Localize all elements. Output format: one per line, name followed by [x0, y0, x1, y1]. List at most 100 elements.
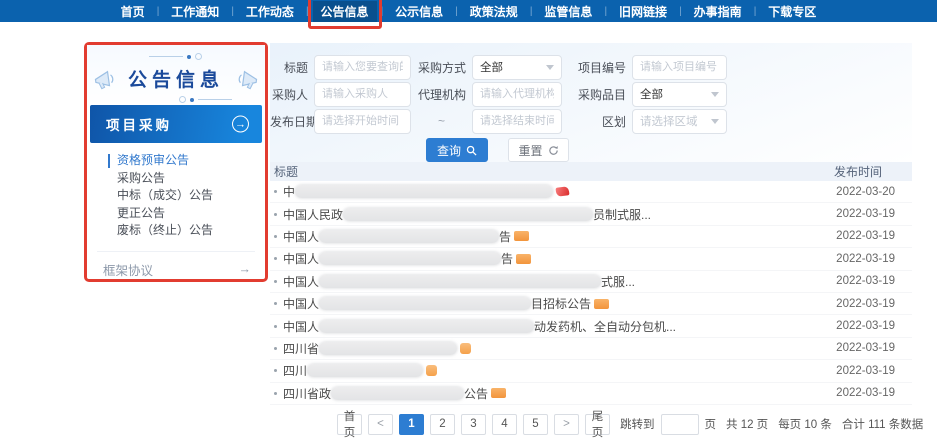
nav-item-10[interactable]: 下载专区	[760, 1, 824, 22]
purchase-method-label: 采购方式	[417, 60, 466, 75]
table-row[interactable]: 中国人 式服... 2022-03-19	[270, 271, 912, 293]
bullet-icon	[274, 190, 277, 194]
redacted-bar	[319, 341, 458, 355]
row-title-cell: 中国人 告	[270, 228, 802, 245]
query-button-label: 查询	[436, 143, 461, 158]
caret-down-icon	[711, 91, 719, 97]
table-row[interactable]: 中 2022-03-20	[270, 181, 912, 204]
row-date: 2022-03-19	[836, 364, 895, 377]
nav-item-3[interactable]: 工作动态	[238, 1, 302, 22]
sidebar-annotation-box: 公告信息 项目采购 → 资格预审公告 采购公告 中标（成交）公告 更正公告 废标（终止）…	[84, 42, 268, 282]
table-row[interactable]: 中国人 目招标公告 2022-03-19	[270, 293, 912, 316]
jump-suffix: 页	[704, 419, 717, 432]
row-title-cell: 中国人 式服...	[270, 273, 802, 290]
page-button-3[interactable]: 3	[461, 413, 486, 435]
total-pages-text: 共 12 页	[726, 419, 769, 432]
bullet-icon	[274, 302, 277, 306]
row-title-cell: 中	[270, 183, 802, 200]
orange-badge-icon	[594, 298, 610, 309]
region-select[interactable]: 请选择区域	[632, 108, 727, 134]
row-title-text: 目招标公告	[531, 297, 592, 312]
table-row[interactable]: 中国人民政 员制式服... 2022-03-19	[270, 203, 912, 226]
purchase-method-select[interactable]: 全部	[472, 54, 562, 80]
bullet-icon	[274, 212, 277, 216]
page-button-2[interactable]: 2	[430, 413, 455, 435]
row-title-text: 中国人民政	[283, 207, 344, 222]
sidebar-menu-item[interactable]: 更正公告	[117, 205, 265, 223]
next-page-button[interactable]: >	[554, 413, 579, 435]
sidebar-footer-link[interactable]: 框架协议 →	[87, 252, 265, 279]
agency-input[interactable]	[472, 81, 562, 107]
agency-label: 代理机构	[417, 87, 466, 102]
row-date: 2022-03-19	[836, 320, 895, 333]
nav-separator: |	[455, 5, 458, 17]
decor-line-top	[149, 53, 202, 60]
table-row[interactable]: 中国人 动发药机、全自动分包机... 2022-03-19	[270, 315, 912, 338]
row-title-cell: 中国人 告	[270, 250, 802, 267]
title-input[interactable]	[314, 54, 411, 80]
last-page-button[interactable]: 尾页	[585, 411, 610, 439]
redacted-bar	[319, 252, 502, 266]
project-number-input[interactable]	[632, 54, 727, 80]
bullet-icon	[274, 346, 277, 350]
bullet-icon	[274, 234, 277, 238]
nav-item-9[interactable]: 办事指南	[686, 1, 750, 22]
jump-page-input[interactable]	[660, 413, 699, 435]
row-date: 2022-03-19	[836, 297, 895, 310]
nav-separator: |	[231, 5, 234, 17]
column-header-date: 发布时间	[833, 165, 882, 179]
nav-separator: |	[156, 5, 160, 17]
row-title-text: 中国人	[283, 319, 320, 334]
table-row[interactable]: 四川 2022-03-19	[270, 360, 912, 383]
search-icon	[466, 145, 477, 156]
arrow-right-icon: →	[238, 262, 252, 277]
prev-page-button[interactable]: <	[368, 413, 393, 435]
row-title-text: 员制式服...	[593, 207, 652, 222]
query-button[interactable]: 查询	[426, 138, 488, 162]
sidebar-menu-item[interactable]: 中标（成交）公告	[117, 187, 265, 205]
nav-item-2[interactable]: 工作通知	[163, 1, 227, 22]
row-title-cell: 四川省政 公告	[270, 385, 802, 402]
table-row[interactable]: 四川省政 公告 2022-03-19	[270, 383, 912, 405]
table-row[interactable]: 中国人 告 2022-03-19	[270, 248, 912, 271]
table-row[interactable]: 中国人 告 2022-03-19	[270, 226, 912, 249]
sidebar-section-button[interactable]: 项目采购 →	[90, 105, 262, 143]
nav-separator: |	[305, 5, 309, 17]
table-row[interactable]: 四川省 2022-03-19	[270, 338, 912, 361]
row-date: 2022-03-19	[836, 230, 895, 243]
row-date: 2022-03-19	[836, 275, 895, 288]
title-field-label: 标题	[283, 60, 308, 75]
category-select[interactable]: 全部	[632, 81, 727, 107]
nav-item-5[interactable]: 公示信息	[387, 1, 451, 22]
start-date-input[interactable]	[314, 108, 411, 134]
row-title-text: 公告	[464, 386, 489, 401]
sidebar-menu: 资格预审公告 采购公告 中标（成交）公告 更正公告 废标（终止）公告	[87, 143, 265, 246]
sidebar-menu-item[interactable]: 废标（终止）公告	[117, 222, 265, 240]
page-button-1[interactable]: 1	[399, 413, 424, 435]
nav-item-1[interactable]: 首页	[113, 1, 153, 22]
row-title-text: 中国人	[283, 297, 320, 312]
pagination-pages: 12345	[399, 413, 548, 435]
purchaser-input[interactable]	[314, 81, 411, 107]
sidebar-menu-item[interactable]: 采购公告	[117, 170, 265, 188]
redacted-bar	[307, 364, 424, 378]
nav-item-8[interactable]: 旧网链接	[611, 1, 675, 22]
row-title-text: 动发药机、全自动分包机...	[534, 319, 677, 334]
sidebar-menu-item[interactable]: 资格预审公告	[108, 152, 265, 170]
sidebar-footer-label: 框架协议	[103, 263, 154, 278]
first-page-button[interactable]: 首页	[337, 411, 362, 439]
nav-separator: |	[604, 5, 608, 17]
page-button-4[interactable]: 4	[492, 413, 517, 435]
row-title-cell: 四川	[270, 362, 802, 379]
end-date-input[interactable]	[472, 108, 562, 134]
row-title-cell: 中国人 目招标公告	[270, 295, 802, 312]
nav-item-6[interactable]: 政策法规	[462, 1, 526, 22]
orange-badge-icon	[516, 253, 532, 264]
orange-badge-icon	[514, 231, 530, 242]
redacted-bar	[343, 207, 594, 221]
redacted-bar	[331, 386, 465, 400]
page-button-5[interactable]: 5	[523, 413, 548, 435]
nav-item-4[interactable]: 公告信息	[307, 0, 382, 29]
reset-button[interactable]: 重置	[508, 138, 569, 162]
nav-item-7[interactable]: 监管信息	[536, 1, 600, 22]
